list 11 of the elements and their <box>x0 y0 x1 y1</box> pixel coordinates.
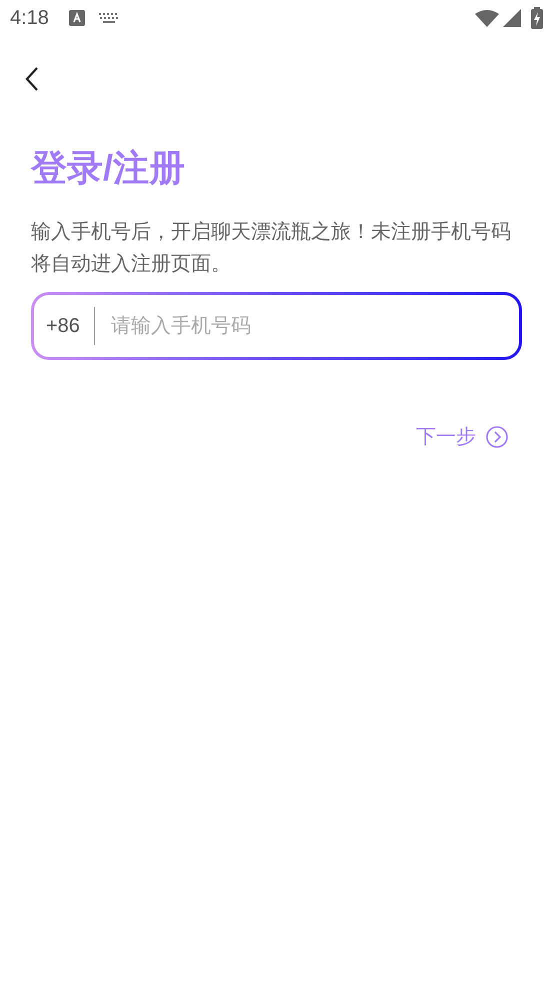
page-title: 登录/注册 <box>31 146 186 190</box>
phone-input-field[interactable]: +86 请输入手机号码 <box>31 292 522 360</box>
chevron-circle-icon <box>486 426 508 448</box>
keyboard-icon <box>98 12 119 24</box>
battery-icon <box>531 7 543 29</box>
country-code[interactable]: +86 <box>46 311 80 341</box>
wifi-icon <box>475 9 499 27</box>
text-input-icon <box>68 10 85 26</box>
status-time: 4:18 <box>10 6 49 31</box>
signal-icon <box>503 9 521 27</box>
description-text: 输入手机号后，开启聊天漂流瓶之旅！未注册手机号码将自动进入注册页面。 <box>31 220 511 277</box>
